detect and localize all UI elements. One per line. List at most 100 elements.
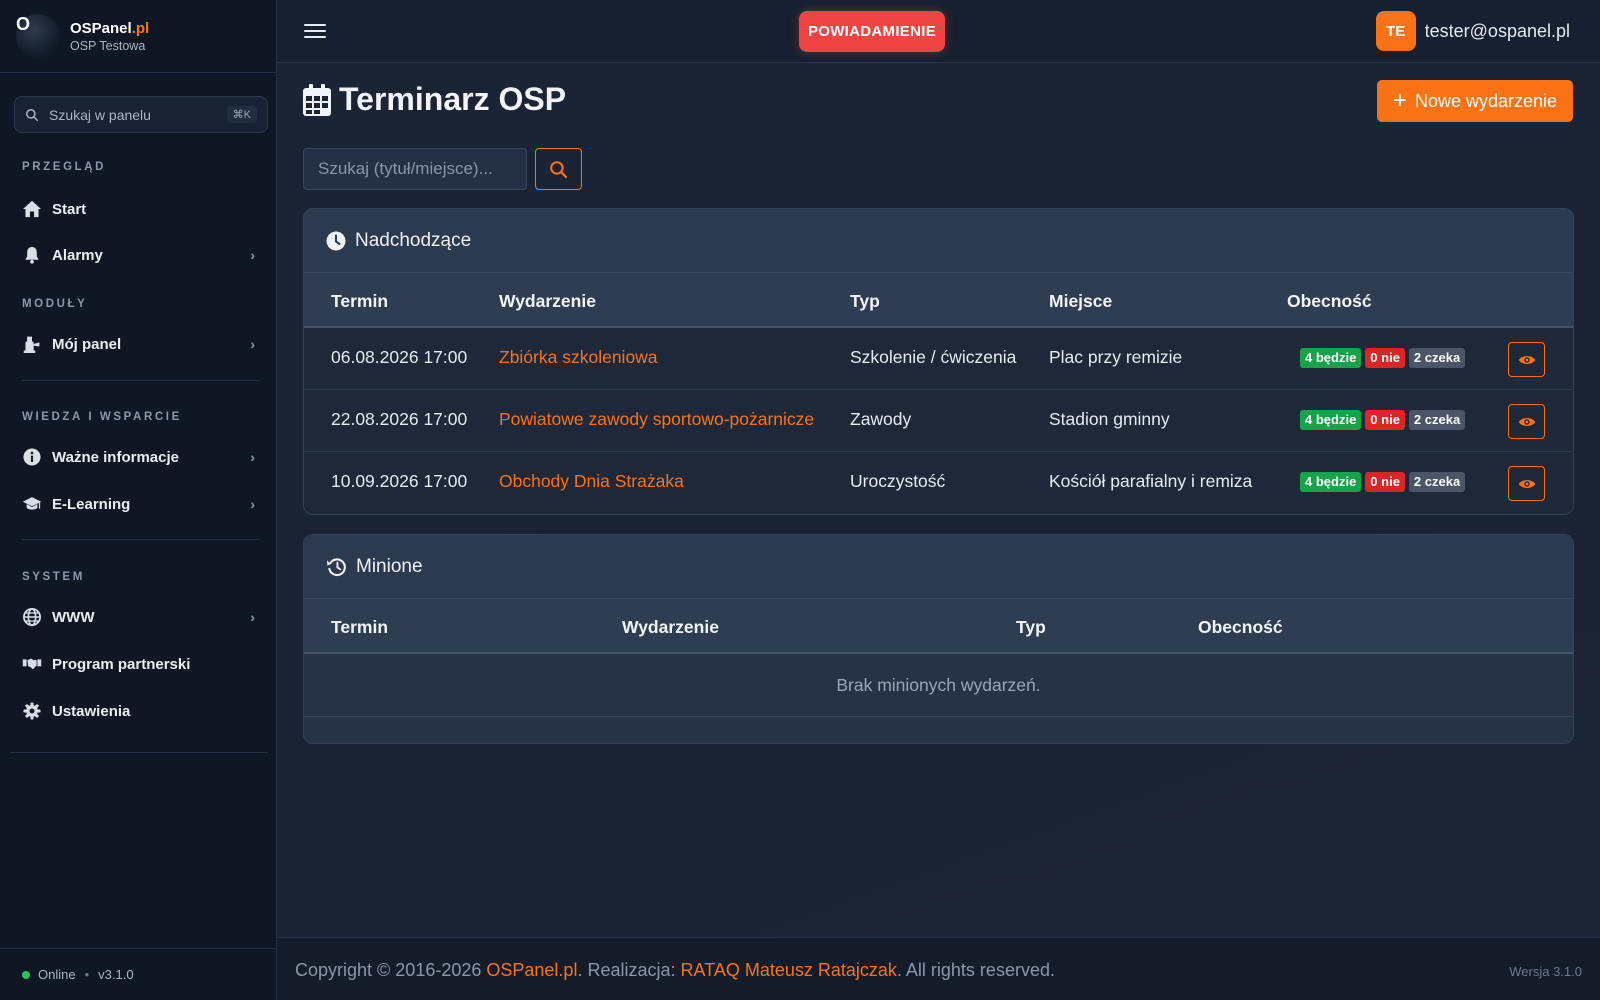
empty-state: Brak minionych wydarzeń.	[304, 654, 1573, 717]
chevron-right-icon: ›	[250, 449, 255, 465]
col-header-type: Typ	[1016, 617, 1046, 637]
page-title: Terminarz OSP	[303, 81, 566, 118]
attendance-no-badge: 0 nie	[1365, 410, 1405, 430]
col-header-date: Termin	[331, 291, 389, 311]
sidebar-divider	[22, 539, 260, 540]
footer: Copyright © 2016-2026 OSPanel.pl. Realiz…	[277, 937, 1600, 1000]
gear-icon	[22, 701, 42, 721]
avatar: TE	[1375, 11, 1416, 51]
event-date: 10.09.2026 17:00	[331, 471, 468, 491]
brand[interactable]: O OSPanel.pl OSP Testowa	[0, 0, 276, 73]
event-link[interactable]: Powiatowe zawody sportowo-pożarnicze	[499, 409, 814, 430]
view-event-button[interactable]	[1508, 342, 1545, 377]
attendance-badges: 4 będzie 0 nie 2 czeka	[1300, 348, 1469, 368]
search-icon	[550, 160, 568, 178]
sidebar-item-ustawienia[interactable]: Ustawienia	[10, 692, 267, 730]
attendance-badges: 4 będzie 0 nie 2 czeka	[1300, 472, 1469, 492]
online-dot-icon	[22, 970, 30, 979]
home-icon	[22, 199, 42, 219]
col-header-date: Termin	[331, 617, 389, 637]
brand-link[interactable]: OSPanel.pl	[486, 960, 577, 980]
attendance-wait-badge: 2 czeka	[1408, 472, 1466, 492]
hydrant-icon	[22, 334, 42, 354]
sidebar-divider	[10, 752, 268, 753]
logo-icon: O	[16, 14, 60, 58]
chevron-right-icon: ›	[250, 609, 255, 625]
sidebar-item-e-learning[interactable]: E-Learning ›	[10, 485, 267, 523]
attendance-no-badge: 0 nie	[1365, 472, 1405, 492]
sidebar: O OSPanel.pl OSP Testowa Szukaj w panelu…	[0, 0, 277, 1000]
col-header-event: Wydarzenie	[622, 617, 719, 637]
table-row: 22.08.2026 17:00 Powiatowe zawody sporto…	[304, 390, 1573, 452]
chevron-right-icon: ›	[250, 496, 255, 512]
col-header-event: Wydarzenie	[499, 291, 596, 311]
event-type: Uroczystość	[850, 471, 946, 491]
sidebar-item-www[interactable]: WWW ›	[10, 598, 267, 636]
attendance-badges: 4 będzie 0 nie 2 czeka	[1300, 410, 1469, 430]
col-header-place: Miejsce	[1049, 291, 1113, 311]
card-header: Nadchodzące	[304, 209, 1573, 273]
chevron-right-icon: ›	[250, 247, 255, 263]
upcoming-events-card: Nadchodzące Termin Wydarzenie Typ Miejsc…	[303, 208, 1574, 515]
event-date: 22.08.2026 17:00	[331, 409, 468, 429]
table-row: 06.08.2026 17:00 Zbiórka szkoleniowa Szk…	[304, 328, 1573, 390]
bell-icon	[22, 245, 42, 265]
event-link[interactable]: Obchody Dnia Strażaka	[499, 471, 684, 492]
view-event-button[interactable]	[1508, 404, 1545, 439]
brand-name: OSPanel.pl	[70, 19, 150, 37]
sidebar-divider	[22, 380, 260, 381]
eye-icon	[1518, 355, 1535, 364]
eye-icon	[1518, 417, 1535, 426]
event-place: Plac przy remizie	[1049, 347, 1183, 367]
user-menu[interactable]: TE tester@ospanel.pl	[1375, 11, 1570, 51]
card-header: Minione	[304, 535, 1573, 599]
table-header: Termin Wydarzenie Typ Obecność	[304, 599, 1573, 654]
event-date: 06.08.2026 17:00	[331, 347, 468, 367]
search-icon	[26, 108, 38, 121]
calendar-icon	[303, 83, 331, 116]
main-content: Terminarz OSP + Nowe wydarzenie Nadchodz…	[277, 63, 1600, 937]
attendance-yes-badge: 4 będzie	[1300, 348, 1362, 368]
section-title-przeglad: PRZEGLĄD	[22, 161, 107, 173]
view-event-button[interactable]	[1508, 466, 1545, 501]
section-title-system: SYSTEM	[22, 571, 85, 583]
notification-button[interactable]: POWIADAMIENIE	[799, 11, 945, 52]
brand-subtitle: OSP Testowa	[70, 38, 146, 53]
new-event-button[interactable]: + Nowe wydarzenie	[1377, 80, 1573, 122]
sidebar-item-moj-panel[interactable]: Mój panel ›	[10, 325, 267, 363]
search-button[interactable]	[535, 148, 582, 190]
event-place: Stadion gminny	[1049, 409, 1170, 429]
sidebar-item-wazne-informacje[interactable]: Ważne informacje ›	[10, 438, 267, 476]
clock-icon	[326, 231, 346, 250]
sidebar-item-alarmy[interactable]: Alarmy ›	[10, 236, 267, 274]
table-header: Termin Wydarzenie Typ Miejsce Obecność	[304, 273, 1573, 328]
col-header-attendance: Obecność	[1287, 291, 1372, 311]
sidebar-item-program-partnerski[interactable]: Program partnerski	[10, 645, 267, 683]
shortcut-badge: ⌘K	[226, 106, 257, 123]
topbar: POWIADAMIENIE TE tester@ospanel.pl	[277, 0, 1600, 63]
attendance-yes-badge: 4 będzie	[1300, 410, 1362, 430]
chevron-right-icon: ›	[250, 336, 255, 352]
eye-icon	[1518, 479, 1535, 488]
sidebar-search-input[interactable]: Szukaj w panelu ⌘K	[14, 96, 268, 133]
sidebar-item-start[interactable]: Start	[10, 190, 267, 228]
event-search-input[interactable]	[303, 148, 527, 190]
info-icon	[22, 447, 42, 467]
section-title-wiedza: WIEDZA I WSPARCIE	[22, 411, 182, 423]
status-text: Online	[38, 967, 76, 982]
footer-version: Wersja 3.1.0	[1509, 964, 1582, 979]
attendance-wait-badge: 2 czeka	[1408, 348, 1466, 368]
attendance-no-badge: 0 nie	[1365, 348, 1405, 368]
event-link[interactable]: Zbiórka szkoleniowa	[499, 347, 658, 368]
user-email: tester@ospanel.pl	[1424, 20, 1570, 41]
attendance-wait-badge: 2 czeka	[1408, 410, 1466, 430]
col-header-type: Typ	[850, 291, 880, 311]
graduation-cap-icon	[22, 494, 42, 514]
section-title-moduly: MODUŁY	[22, 298, 88, 310]
col-header-attendance: Obecność	[1198, 617, 1283, 637]
menu-toggle-icon[interactable]	[304, 20, 326, 42]
attendance-yes-badge: 4 będzie	[1300, 472, 1362, 492]
status-bar: Online • v3.1.0	[0, 948, 277, 1000]
author-link[interactable]: RATAQ Mateusz Ratajczak	[681, 960, 897, 980]
past-events-card: Minione Termin Wydarzenie Typ Obecność B…	[303, 534, 1574, 744]
